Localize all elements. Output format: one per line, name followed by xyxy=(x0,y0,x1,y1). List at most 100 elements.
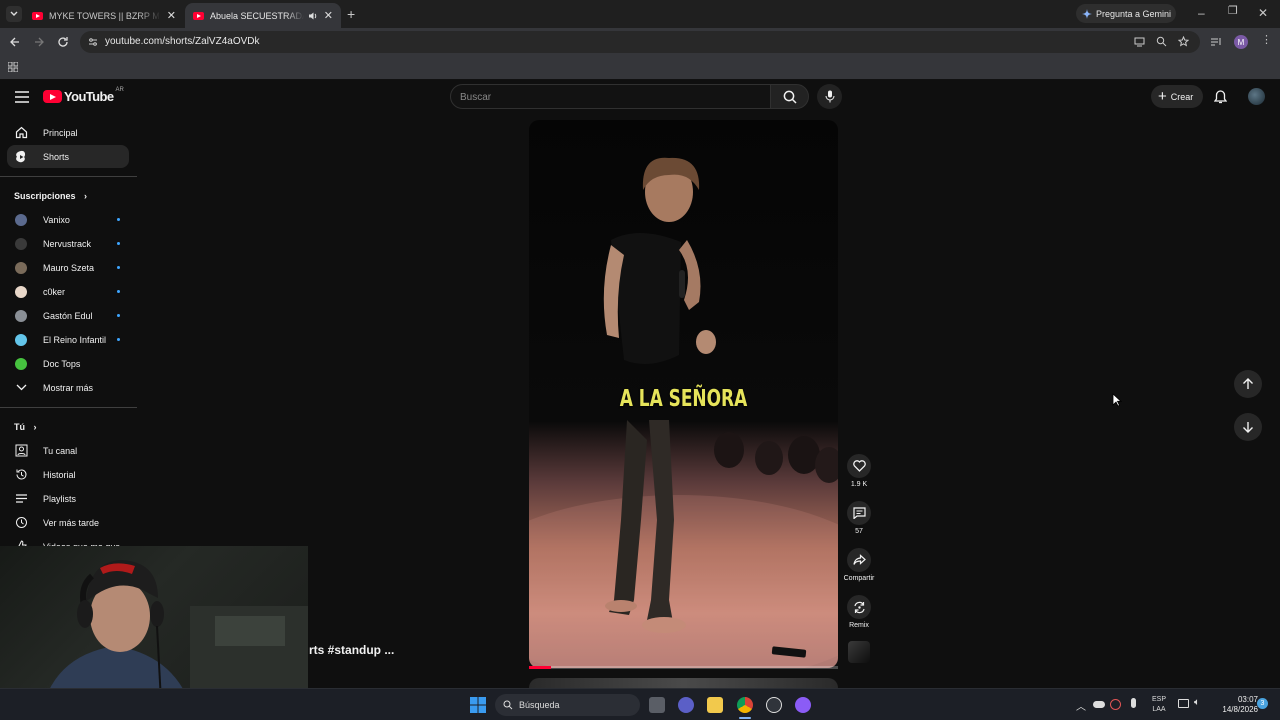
tab-close-icon[interactable]: ✕ xyxy=(167,9,176,22)
browser-menu-icon[interactable]: ⋮ xyxy=(1261,35,1272,46)
tab-shorts-active[interactable]: Abuela SECUESTRADA #Sh ✕ xyxy=(185,3,341,28)
sidebar-item-tu-canal[interactable]: Tu canal xyxy=(7,439,129,462)
remix-action[interactable]: Remix xyxy=(843,595,875,629)
shorts-video-player[interactable]: A LA SEÑORA xyxy=(529,120,838,668)
teams-icon[interactable] xyxy=(678,697,694,713)
task-view-icon[interactable] xyxy=(649,697,665,713)
url-text: youtube.com/shorts/ZalVZ4aOVDk xyxy=(105,36,260,47)
notifications-bell-icon[interactable] xyxy=(1214,90,1227,104)
next-short-preview[interactable] xyxy=(529,678,838,688)
volume-icon[interactable]: 🔈︎ xyxy=(1194,697,1200,708)
site-info-icon[interactable] xyxy=(88,37,98,47)
file-explorer-icon[interactable] xyxy=(707,697,723,713)
address-bar[interactable]: youtube.com/shorts/ZalVZ4aOVDk xyxy=(80,31,1200,53)
sidebar-item-label: c0ker xyxy=(43,286,66,297)
next-short-button[interactable] xyxy=(1234,413,1262,441)
voice-search-button[interactable] xyxy=(817,84,842,109)
short-title[interactable]: rts #standup ... xyxy=(309,643,394,657)
browser-toolbar: youtube.com/shorts/ZalVZ4aOVDk M ⋮ xyxy=(0,28,1280,56)
you-heading[interactable]: Tú › xyxy=(14,422,37,432)
like-count: 1.9 K xyxy=(850,481,868,488)
profile-avatar[interactable]: M xyxy=(1234,35,1248,49)
show-more-button[interactable]: Mostrar más xyxy=(7,376,129,399)
chevron-right-icon: › xyxy=(33,422,37,432)
share-action[interactable]: Compartir xyxy=(839,548,879,582)
sidebar-item-subscription[interactable]: c0ker xyxy=(7,280,129,303)
obs-icon[interactable] xyxy=(766,697,782,713)
new-tab-plus-icon[interactable]: + xyxy=(347,7,355,21)
apps-grid-icon[interactable] xyxy=(8,62,18,72)
forward-icon[interactable] xyxy=(33,36,45,50)
minimize-icon[interactable]: – xyxy=(1198,7,1205,19)
bookmark-star-icon[interactable] xyxy=(1178,36,1189,47)
arrow-up-icon xyxy=(1243,378,1253,389)
comments-button[interactable] xyxy=(847,501,871,525)
tray-chevron-up-icon[interactable]: ︿ xyxy=(1076,698,1086,713)
remix-icon xyxy=(853,601,865,613)
windows-start-icon[interactable] xyxy=(470,697,486,713)
clock[interactable]: 03:07 14/8/2026 xyxy=(1208,695,1258,715)
sidebar-item-principal[interactable]: Principal xyxy=(7,121,129,144)
subscriptions-title: Suscripciones xyxy=(14,191,76,201)
network-icon[interactable] xyxy=(1178,699,1189,708)
zoom-icon[interactable] xyxy=(1156,36,1167,47)
subscriptions-heading[interactable]: Suscripciones › xyxy=(14,191,87,201)
sidebar-item-subscription[interactable]: Nervustrack xyxy=(7,232,129,255)
tab-search-icon[interactable] xyxy=(6,6,22,22)
notification-badge[interactable]: 3 xyxy=(1257,698,1268,709)
restore-icon[interactable]: ❐ xyxy=(1228,6,1238,17)
sidebar-item-subscription[interactable]: Gastón Edul xyxy=(7,304,129,327)
sound-thumbnail[interactable] xyxy=(848,641,870,663)
sidebar-item-subscription[interactable]: Doc Tops xyxy=(7,352,129,375)
tab-close-icon[interactable]: ✕ xyxy=(324,9,333,22)
search-button[interactable] xyxy=(770,84,809,109)
like-button[interactable] xyxy=(847,454,871,478)
account-avatar[interactable] xyxy=(1248,88,1265,105)
install-app-icon[interactable] xyxy=(1134,36,1145,47)
messenger-icon[interactable] xyxy=(795,697,811,713)
media-controls-icon[interactable] xyxy=(1210,36,1222,48)
create-button[interactable]: + Crear xyxy=(1151,85,1203,108)
you-title: Tú xyxy=(14,422,25,432)
taskbar-search[interactable]: Búsqueda xyxy=(495,694,640,716)
reload-icon[interactable] xyxy=(57,36,69,50)
like-action[interactable]: 1.9 K xyxy=(843,454,875,488)
sidebar-item-historial[interactable]: Historial xyxy=(7,463,129,486)
close-window-icon[interactable]: ✕ xyxy=(1258,7,1268,19)
chevron-right-icon: › xyxy=(84,191,88,201)
comment-icon xyxy=(852,507,866,519)
tray-microphone-icon[interactable] xyxy=(1131,698,1136,708)
gemini-button[interactable]: Pregunta a Gemini xyxy=(1076,4,1176,23)
sidebar-item-ver-mas-tarde[interactable]: Ver más tarde xyxy=(7,511,129,534)
language-bottom: LAA xyxy=(1152,706,1166,713)
sidebar-item-label: Playlists xyxy=(43,493,77,504)
video-progress-bar[interactable] xyxy=(529,666,838,669)
previous-short-button[interactable] xyxy=(1234,370,1262,398)
tab-title: Abuela SECUESTRADA #Sh xyxy=(210,10,304,21)
share-button[interactable] xyxy=(847,548,871,572)
sidebar-item-label: Nervustrack xyxy=(43,238,92,249)
sidebar-item-subscription[interactable]: El Reino Infantil xyxy=(7,328,129,351)
sidebar-item-subscription[interactable]: Vanixo xyxy=(7,208,129,231)
remix-button[interactable] xyxy=(847,595,871,619)
sidebar-item-playlists[interactable]: Playlists xyxy=(7,487,129,510)
new-content-dot xyxy=(117,290,120,293)
chrome-icon[interactable] xyxy=(737,697,753,713)
language-indicator[interactable]: ESP LAA xyxy=(1148,695,1170,715)
speaker-icon[interactable] xyxy=(308,11,318,21)
search-icon xyxy=(783,90,797,104)
sidebar-divider xyxy=(0,407,137,408)
comments-action[interactable]: 57 xyxy=(843,501,875,535)
back-icon[interactable] xyxy=(9,36,21,50)
create-label: Crear xyxy=(1170,91,1194,102)
search-box[interactable]: Buscar xyxy=(450,84,771,109)
channel-avatar xyxy=(15,357,27,370)
onedrive-icon[interactable] xyxy=(1093,701,1105,708)
sidebar-item-subscription[interactable]: Mauro Szeta xyxy=(7,256,129,279)
new-content-dot xyxy=(117,218,120,221)
sync-icon[interactable] xyxy=(1110,699,1121,710)
show-more-label: Mostrar más xyxy=(43,382,94,393)
tab-music[interactable]: MYKE TOWERS || BZRP Music Se ✕ xyxy=(24,3,184,28)
sidebar-item-label: Shorts xyxy=(43,151,70,162)
sidebar-item-shorts[interactable]: Shorts xyxy=(7,145,129,168)
